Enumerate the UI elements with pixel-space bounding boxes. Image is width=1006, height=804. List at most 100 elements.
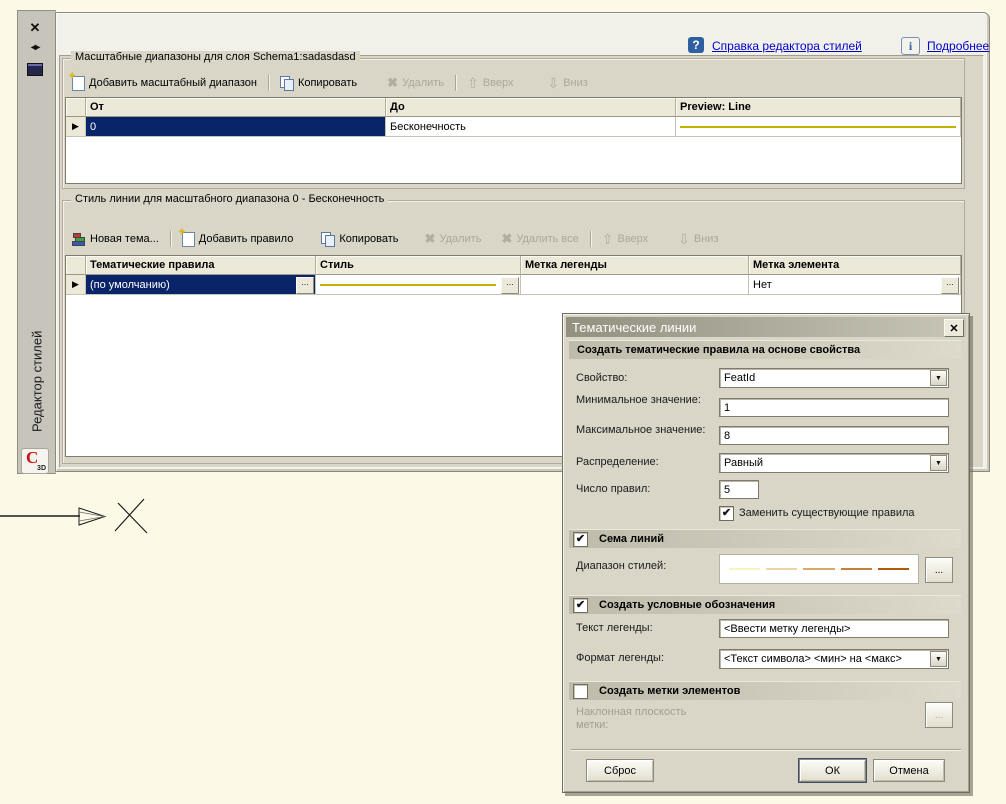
- info-icon[interactable]: i: [901, 37, 920, 55]
- rule-up-button: ⇧ Вверх: [596, 232, 654, 246]
- from-cell[interactable]: 0: [86, 117, 386, 137]
- toolbar-separator: [590, 231, 591, 247]
- feature-label-ellipsis-button[interactable]: ...: [941, 277, 959, 294]
- check-icon: ✔: [576, 534, 585, 545]
- palette-titlebar: ✕ ◂▸ Редактор стилей C 3D: [17, 10, 56, 474]
- palette-title: Редактор стилей: [18, 299, 56, 464]
- delete-all-rules-button: ✖ Удалить все: [495, 231, 584, 247]
- style-range-label: Диапазон стилей:: [576, 560, 714, 573]
- line-style-toolbar: Новая тема... ✦ Добавить правило Копиров…: [66, 228, 959, 250]
- chevron-down-icon[interactable]: ▼: [930, 651, 947, 667]
- delete-scale-range-button: ✖ Удалить: [381, 75, 450, 91]
- legend-text-label: Текст легенды:: [576, 622, 714, 635]
- reset-button[interactable]: Сброс: [586, 759, 654, 782]
- legend-checkbox[interactable]: ✔: [573, 598, 588, 613]
- x-marker-icon: [115, 499, 147, 533]
- move-up-button: ⇧ Вверх: [461, 76, 519, 90]
- toolbar-separator: [268, 75, 269, 91]
- help-icon[interactable]: ?: [688, 37, 704, 53]
- new-theme-button[interactable]: Новая тема...: [66, 233, 165, 246]
- col-rules[interactable]: Тематические правила: [86, 256, 316, 275]
- thematic-lines-dialog: Тематические линии ✕ Создать тематически…: [562, 313, 970, 793]
- feature-label-cell[interactable]: Нет ...: [749, 275, 961, 295]
- style-ellipsis-button[interactable]: ...: [501, 277, 519, 294]
- col-to[interactable]: До: [386, 98, 676, 117]
- min-value-input[interactable]: 1: [719, 398, 949, 417]
- add-scale-range-button[interactable]: ✦ Добавить масштабный диапазон: [66, 76, 263, 91]
- scale-ranges-table: От До Preview: Line ▶ 0 Бесконечность: [65, 97, 962, 184]
- ramp-swatch: [803, 568, 834, 570]
- line-theme-checkbox[interactable]: ✔: [573, 532, 588, 547]
- delete-all-icon: ✖: [501, 231, 512, 247]
- max-value-input[interactable]: 8: [719, 426, 949, 445]
- dialog-header: Создать тематические правила на основе с…: [569, 340, 961, 359]
- style-range-preview: [719, 554, 919, 584]
- rules-count-input[interactable]: 5: [719, 480, 759, 499]
- legend-section-header: ✔ Создать условные обозначения: [569, 595, 961, 614]
- feature-labels-section-header: Создать метки элементов: [569, 681, 961, 700]
- rule-cell[interactable]: (по умолчанию) ...: [86, 275, 316, 295]
- to-cell[interactable]: Бесконечность: [386, 117, 676, 137]
- up-icon: ⇧: [467, 76, 479, 90]
- check-icon: ✔: [722, 508, 731, 519]
- theme-icon: [72, 233, 86, 246]
- scale-ranges-title: Масштабные диапазоны для слоя Schema1:sa…: [71, 51, 360, 63]
- feature-labels-checkbox[interactable]: [573, 684, 588, 699]
- chevron-down-icon[interactable]: ▼: [930, 370, 947, 386]
- legend-text-input[interactable]: <Ввести метку легенды>: [719, 619, 949, 638]
- add-icon: ✦: [72, 76, 85, 91]
- legend-label-cell[interactable]: [521, 275, 749, 295]
- ramp-swatch: [729, 568, 760, 570]
- move-down-button: ⇩ Вниз: [541, 76, 593, 90]
- ok-button[interactable]: ОК: [799, 759, 866, 782]
- c3d-logo-icon: C 3D: [21, 448, 49, 474]
- style-cell[interactable]: ...: [316, 275, 521, 295]
- ramp-swatch: [766, 568, 797, 570]
- screen: ✕ ◂▸ Редактор стилей C 3D ? Справка реда…: [0, 0, 1006, 804]
- col-feature-label[interactable]: Метка элемента: [749, 256, 961, 275]
- legend-format-label: Формат легенды:: [576, 652, 714, 665]
- toolbar-separator: [170, 231, 171, 247]
- close-icon[interactable]: ✕: [944, 319, 964, 337]
- style-editor-help-link[interactable]: Справка редактора стилей: [712, 39, 862, 53]
- down-icon: ⇩: [678, 232, 690, 246]
- distribution-label: Распределение:: [576, 456, 714, 469]
- preview-cell[interactable]: [676, 117, 961, 137]
- dialog-titlebar[interactable]: Тематические линии ✕: [566, 317, 966, 337]
- row-selector-icon: ▶: [66, 275, 86, 295]
- dialog-separator: [571, 749, 961, 751]
- delete-icon: ✖: [387, 75, 398, 91]
- copy-scale-range-button[interactable]: Копировать: [274, 76, 363, 90]
- distribution-dropdown[interactable]: Равный ▼: [719, 453, 949, 473]
- copy-rule-button[interactable]: Копировать: [315, 232, 404, 246]
- copy-icon: [321, 232, 335, 246]
- auto-hide-icon[interactable]: ◂▸: [24, 39, 46, 56]
- line-style-title: Стиль линии для масштабного диапазона 0 …: [71, 193, 388, 205]
- more-details-link[interactable]: Подробнее: [927, 39, 989, 53]
- property-dropdown[interactable]: FeatId ▼: [719, 368, 949, 388]
- property-label: Свойство:: [576, 372, 714, 385]
- add-icon: ✦: [182, 232, 195, 247]
- down-icon: ⇩: [547, 76, 559, 90]
- up-icon: ⇧: [602, 232, 614, 246]
- add-rule-button[interactable]: ✦ Добавить правило: [176, 232, 300, 247]
- scale-range-row[interactable]: ▶ 0 Бесконечность: [66, 117, 961, 137]
- replace-rules-checkbox[interactable]: ✔: [719, 506, 734, 521]
- rule-row[interactable]: ▶ (по умолчанию) ... ... Нет ...: [66, 275, 961, 295]
- line-preview: [680, 126, 956, 128]
- col-from[interactable]: От: [86, 98, 386, 117]
- scale-ranges-toolbar: ✦ Добавить масштабный диапазон Копироват…: [66, 72, 959, 94]
- col-style[interactable]: Стиль: [316, 256, 521, 275]
- col-preview[interactable]: Preview: Line: [676, 98, 961, 117]
- col-legend-label[interactable]: Метка легенды: [521, 256, 749, 275]
- legend-format-dropdown[interactable]: <Текст символа> <мин> на <макс> ▼: [719, 649, 949, 669]
- close-icon[interactable]: ✕: [24, 19, 46, 36]
- chevron-down-icon[interactable]: ▼: [930, 455, 947, 471]
- min-value-label: Минимальное значение:: [576, 394, 714, 407]
- rule-ellipsis-button[interactable]: ...: [296, 277, 314, 294]
- check-icon: ✔: [576, 600, 585, 611]
- style-range-ellipsis-button[interactable]: ...: [925, 557, 953, 583]
- properties-icon[interactable]: [24, 61, 46, 78]
- rule-down-button: ⇩ Вниз: [672, 232, 724, 246]
- cancel-button[interactable]: Отмена: [873, 759, 945, 782]
